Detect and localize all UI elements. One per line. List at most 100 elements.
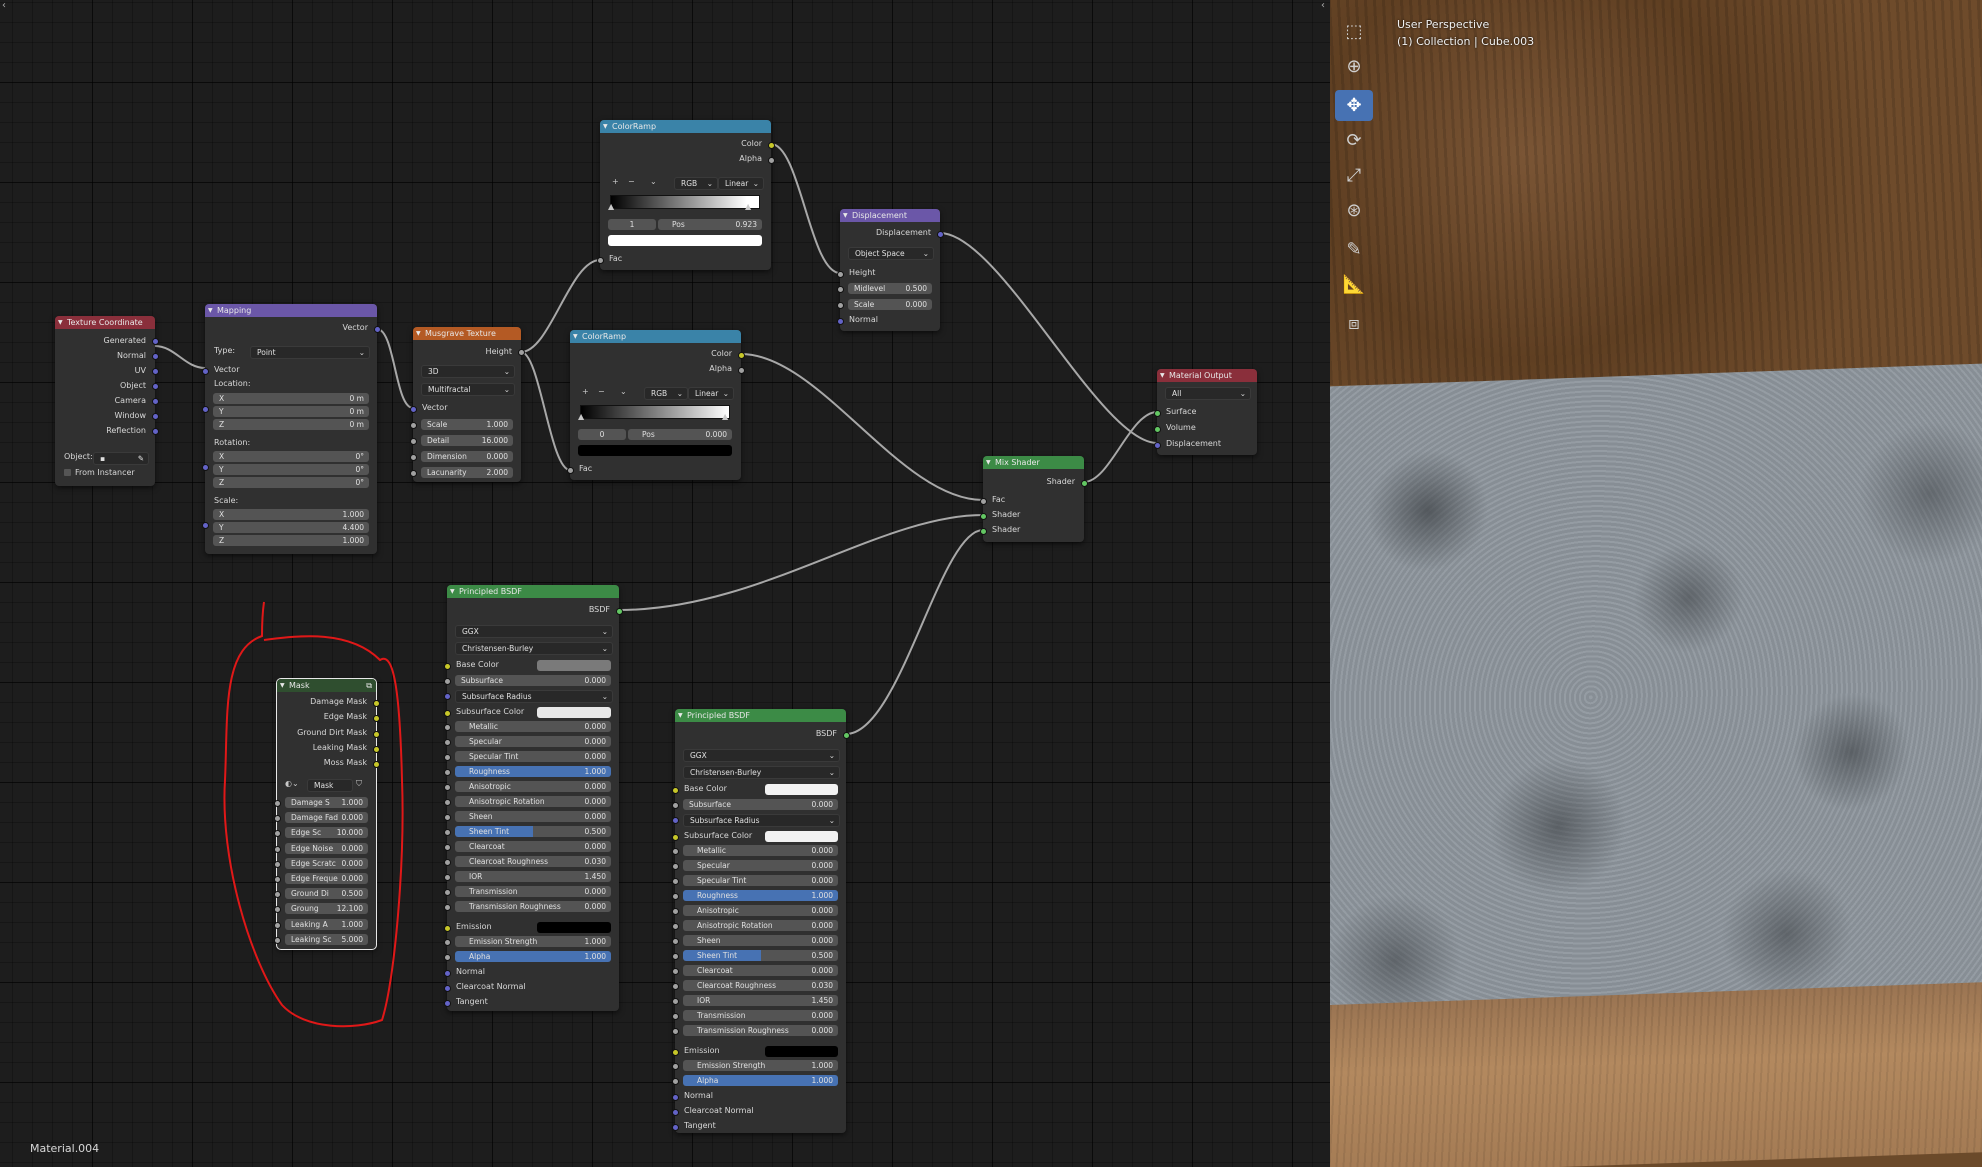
socket[interactable] [980,528,987,535]
transmission-field[interactable]: Transmission 0.000 [683,1010,838,1021]
socket[interactable] [1154,410,1161,417]
socket[interactable] [274,815,281,823]
socket[interactable] [444,784,451,791]
clearcoat-field[interactable]: Clearcoat 0.000 [455,841,611,852]
socket[interactable] [444,678,451,685]
socket[interactable] [672,968,679,975]
ramp-menu-icon[interactable]: ⌄ [620,387,627,396]
socket[interactable] [1154,426,1161,433]
add-cube-icon[interactable]: ⧈ [1335,308,1373,339]
clearcoat-field[interactable]: Clearcoat 0.000 [683,965,838,976]
socket[interactable] [373,731,380,738]
socket[interactable] [202,368,209,375]
midlevel-field[interactable]: Midlevel 0.500 [848,283,932,294]
socket[interactable] [444,925,451,932]
ior-field[interactable]: IOR 1.450 [455,871,611,882]
clearcoat-roughness-field[interactable]: Clearcoat Roughness 0.030 [455,856,611,867]
collapse-chevron-icon[interactable]: ▼ [603,120,608,133]
socket[interactable] [672,893,679,900]
socket[interactable] [738,367,745,374]
socket[interactable] [274,876,281,883]
roughness-field[interactable]: Roughness 1.000 [455,766,611,777]
socket[interactable] [444,904,451,911]
socket[interactable] [444,693,451,700]
mask-input-field[interactable]: Leaking A 1.000 [285,918,368,930]
subsurface-radius-dropdown[interactable]: Subsurface Radius ⌄ [455,690,613,703]
texture-coordinate-node[interactable]: ▼ Texture Coordinate Generated Normal UV … [55,316,159,486]
color-mode-dropdown[interactable]: RGB ⌄ [674,177,718,190]
stop-position-field[interactable]: Pos 0.000 [628,429,732,440]
socket[interactable] [672,1013,679,1020]
collapse-chevron-icon[interactable]: ▼ [678,709,683,722]
socket[interactable] [1154,442,1161,449]
socket[interactable] [274,860,281,868]
collapse-chevron-icon[interactable]: ▼ [843,209,848,222]
node-header[interactable]: ▼ Mapping [205,304,377,317]
scale-field[interactable]: Scale 1.000 [421,419,513,430]
socket[interactable] [672,1094,679,1101]
emission-strength-field[interactable]: Emission Strength 1.000 [455,936,611,947]
node-header[interactable]: ▼ Musgrave Texture [413,327,521,340]
select-box-icon[interactable]: ⬚ [1335,16,1373,47]
socket[interactable] [672,834,679,841]
socket[interactable] [672,1063,679,1070]
mask-input-field[interactable]: Ground Di 0.500 [285,888,368,900]
collapse-chevron-icon[interactable]: ▼ [416,327,421,340]
fake-user-shield-icon[interactable]: ⛉ [356,779,362,789]
scale-y[interactable]: Y 4.400 [213,522,369,533]
socket[interactable] [672,817,679,824]
socket[interactable] [410,406,417,413]
collapse-chevron-icon[interactable]: ▼ [1160,369,1165,382]
socket[interactable] [616,608,623,615]
distribution-dropdown[interactable]: GGX ⌄ [455,625,613,638]
node-header[interactable]: ▼ Mix Shader [983,456,1084,469]
socket[interactable] [837,286,844,293]
target-dropdown[interactable]: All ⌄ [1165,387,1251,400]
socket[interactable] [274,830,281,838]
specular-field[interactable]: Specular 0.000 [455,736,611,747]
scale-x[interactable]: X 1.000 [213,509,369,520]
socket[interactable] [672,802,679,809]
socket[interactable] [980,498,987,505]
expand-arrow-icon[interactable]: ‹ [1321,0,1325,11]
sheen-tint-field[interactable]: Sheen Tint 0.500 [455,826,611,837]
socket[interactable] [444,829,451,836]
ramp-menu-icon[interactable]: ⌄ [650,177,657,186]
mask-input-field[interactable]: Leaking Sc 5.000 [285,933,368,945]
displacement-node[interactable]: ▼ Displacement Displacement Object Space ⌄… [837,209,944,331]
subsurface-radius-dropdown[interactable]: Subsurface Radius ⌄ [683,814,840,827]
node-group-icon[interactable]: ⧉ [366,679,372,692]
socket[interactable] [444,724,451,731]
socket[interactable] [202,464,209,471]
socket[interactable] [444,769,451,776]
alpha-field[interactable]: Alpha 1.000 [683,1075,838,1086]
collapse-arrow-icon[interactable]: ‹ [2,0,6,11]
anisotropic-rotation-field[interactable]: Anisotropic Rotation 0.000 [683,920,838,931]
socket[interactable] [410,470,417,477]
mask-input-field[interactable]: Edge Scratc 0.000 [285,857,368,869]
socket[interactable] [768,157,775,164]
ramp-stop-marker-icon[interactable]: ▲ [722,412,728,421]
socket[interactable] [274,800,281,807]
principled-bsdf-node-2[interactable]: ▼ Principled BSDF BSDF GGX ⌄ Christensen-B… [672,709,850,1133]
metallic-field[interactable]: Metallic 0.000 [455,721,611,732]
socket[interactable] [374,326,381,333]
subsurface-field[interactable]: Subsurface 0.000 [455,675,611,686]
alpha-field[interactable]: Alpha 1.000 [455,951,611,962]
color-ramp-gradient[interactable] [610,195,760,209]
collapse-chevron-icon[interactable]: ▼ [450,585,455,598]
sheen-field[interactable]: Sheen 0.000 [683,935,838,946]
socket[interactable] [597,257,604,264]
collapse-chevron-icon[interactable]: ▼ [58,316,63,329]
mask-input-field[interactable]: Damage Fad 0.000 [285,812,368,824]
socket[interactable] [672,1028,679,1035]
socket[interactable] [152,353,159,360]
socket[interactable] [444,859,451,866]
node-header[interactable]: ▼ Material Output [1157,369,1257,382]
socket[interactable] [444,799,451,806]
color-mode-dropdown[interactable]: RGB ⌄ [644,387,688,400]
group-datablock-field[interactable]: Mask [307,779,353,792]
interpolation-dropdown[interactable]: Linear ⌄ [718,177,764,190]
ramp-stop-marker-icon[interactable]: ▲ [745,202,751,211]
remove-stop-icon[interactable]: − [598,387,605,396]
